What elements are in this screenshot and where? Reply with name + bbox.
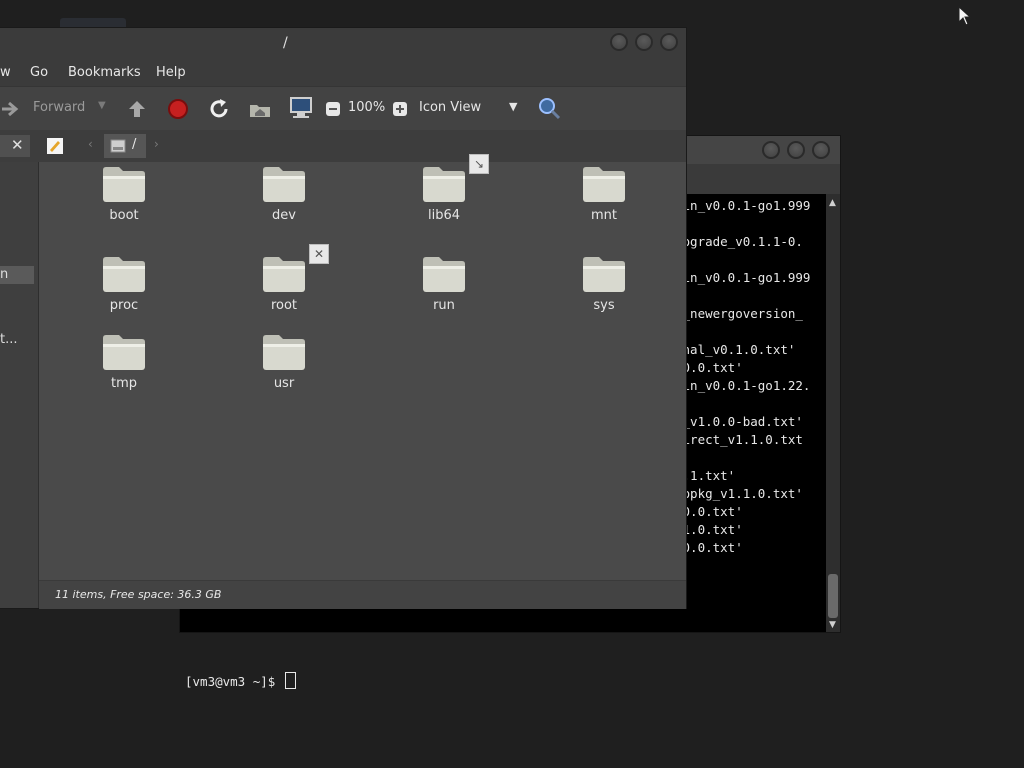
forward-button[interactable]: Forward	[33, 100, 85, 115]
text-cursor	[284, 672, 296, 689]
folder-icon	[263, 257, 305, 292]
path-segment-label: /	[132, 137, 137, 152]
folder-item-boot[interactable]: boot	[69, 164, 179, 223]
reload-icon[interactable]	[207, 97, 231, 121]
folder-item-dev[interactable]: dev	[229, 164, 339, 223]
view-mode-select[interactable]: Icon View	[419, 100, 481, 115]
terminal-line: direct_v1.1.0.txt	[675, 432, 803, 447]
terminal-line: t_v1.0.0-bad.txt'	[675, 414, 803, 429]
terminal-minimize-button[interactable]	[762, 141, 780, 159]
terminal-line: vin_v0.0.1-go1.22.	[675, 378, 811, 393]
folder-item-tmp[interactable]: tmp	[69, 332, 179, 391]
zoom-out-icon[interactable]	[325, 101, 341, 117]
drive-icon	[110, 139, 126, 153]
path-segment-root[interactable]: /	[104, 134, 146, 158]
forward-dropdown-icon[interactable]: ▼	[98, 100, 106, 111]
menu-bookmarks[interactable]: Bookmarks	[68, 65, 141, 80]
terminal-line: upgrade_v0.1.1-0.	[675, 234, 803, 249]
terminal-line: vin_v0.0.1-go1.999	[675, 270, 811, 285]
status-bar: 11 items, Free space: 36.3 GB	[39, 580, 686, 609]
sidebar-item-label: n	[0, 267, 9, 282]
folder-item-usr[interactable]: usr	[229, 332, 339, 391]
sidebar-item-selected[interactable]: n	[0, 266, 34, 284]
up-arrow-icon[interactable]	[126, 98, 148, 120]
folder-icon	[103, 257, 145, 292]
no-access-emblem-icon: ✕	[309, 244, 329, 264]
folder-label: root	[270, 298, 298, 313]
path-scroll-right-icon[interactable]: ›	[154, 137, 159, 151]
zoom-in-icon[interactable]	[392, 101, 408, 117]
terminal-line: t_newergoversion_	[675, 306, 803, 321]
symlink-emblem-icon: ↘	[469, 154, 489, 174]
zoom-level: 100%	[348, 100, 386, 115]
path-scroll-left-icon[interactable]: ‹	[88, 137, 93, 151]
folder-label: usr	[273, 376, 295, 391]
home-folder-icon[interactable]	[248, 97, 272, 121]
file-manager-window[interactable]: / w Go Bookmarks Help Forward ▼ 100% Ico…	[0, 28, 686, 609]
menu-bar: w Go Bookmarks Help	[0, 58, 686, 86]
toolbar: Forward ▼ 100% Icon View ▼	[0, 86, 686, 131]
prompt-text: [vm3@vm3 ~]$	[185, 674, 283, 689]
terminal-line: rnal_v0.1.0.txt'	[675, 342, 796, 357]
sidebar-close-area: ✕	[0, 135, 30, 157]
sidebar: n t...	[0, 162, 39, 608]
sidebar-item[interactable]: t...	[0, 332, 18, 347]
maximize-button[interactable]	[635, 33, 653, 51]
terminal-line: ubpkg_v1.1.0.txt'	[675, 486, 803, 501]
terminal-scrollbar[interactable]: ▲ ▼	[826, 194, 840, 632]
folder-item-lib64[interactable]: lib64 ↘	[389, 154, 499, 223]
folder-label: run	[433, 298, 455, 313]
terminal-close-button[interactable]	[812, 141, 830, 159]
folder-label: sys	[593, 298, 615, 313]
folder-label: lib64	[427, 208, 461, 223]
folder-label: tmp	[110, 376, 137, 391]
folder-label: dev	[272, 208, 296, 223]
terminal-maximize-button[interactable]	[787, 141, 805, 159]
menu-go[interactable]: Go	[30, 65, 48, 80]
folder-label: boot	[109, 208, 139, 223]
folder-icon	[263, 335, 305, 370]
menu-view[interactable]: w	[0, 65, 11, 80]
terminal-lines: vin_v0.0.1-go1.999 upgrade_v0.1.1-0. vin_v…	[675, 194, 827, 614]
folder-label: proc	[109, 298, 139, 313]
close-sidebar-icon[interactable]: ✕	[11, 136, 24, 154]
scrollbar-thumb[interactable]	[828, 574, 838, 618]
folder-icon	[583, 257, 625, 292]
terminal-line: vin_v0.0.1-go1.999	[675, 198, 811, 213]
location-bar: ✕ ‹ / ›	[0, 130, 686, 162]
folder-icon	[583, 167, 625, 202]
stop-icon[interactable]	[167, 98, 189, 120]
folder-icon	[263, 167, 305, 202]
minimize-button[interactable]	[610, 33, 628, 51]
folder-icon	[103, 335, 145, 370]
folder-label: mnt	[591, 208, 617, 223]
computer-icon[interactable]	[289, 96, 313, 120]
forward-arrow-icon[interactable]	[0, 99, 22, 119]
folder-item-root[interactable]: root ✕	[229, 244, 339, 313]
scroll-down-arrow-icon[interactable]: ▼	[829, 620, 836, 630]
status-text: 11 items, Free space: 36.3 GB	[55, 588, 222, 601]
folder-item-proc[interactable]: proc	[69, 254, 179, 313]
menu-help[interactable]: Help	[156, 65, 186, 80]
close-button[interactable]	[660, 33, 678, 51]
terminal-prompt[interactable]: [vm3@vm3 ~]$	[185, 672, 296, 689]
folder-item-sys[interactable]: sys	[549, 254, 659, 313]
folder-icon	[423, 257, 465, 292]
folder-item-run[interactable]: run	[389, 254, 499, 313]
window-title: /	[283, 35, 288, 51]
file-icon-view[interactable]: boot dev lib64 ↘ mnt proc root ✕ run sys tmp usr	[39, 154, 686, 580]
mouse-pointer-icon	[958, 6, 972, 26]
folder-item-mnt[interactable]: mnt	[549, 164, 659, 223]
file-manager-titlebar[interactable]: /	[0, 28, 686, 58]
sidebar-item-label: t...	[0, 332, 18, 347]
edit-location-icon[interactable]	[46, 137, 64, 155]
search-icon[interactable]	[537, 96, 561, 120]
folder-icon	[423, 167, 465, 202]
scroll-up-arrow-icon[interactable]: ▲	[829, 198, 836, 208]
folder-icon	[103, 167, 145, 202]
view-mode-dropdown-icon[interactable]: ▼	[509, 100, 517, 113]
